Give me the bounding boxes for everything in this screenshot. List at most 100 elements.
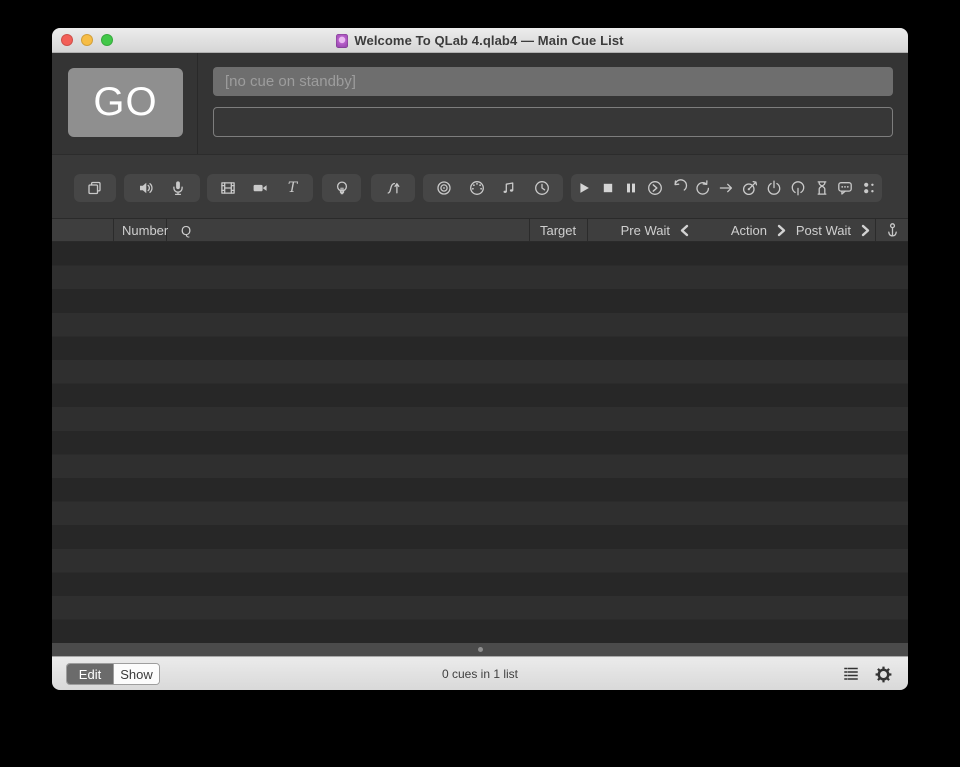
redo-circle-arrow-icon: [696, 180, 709, 195]
column-header-pre-wait: Pre Wait: [588, 219, 698, 241]
chevron-right-icon[interactable]: [860, 224, 871, 237]
auto-continue-anchor-icon: [887, 222, 897, 237]
splitter-handle-dot: [478, 647, 483, 652]
midi-file-cue-button[interactable]: [498, 176, 520, 200]
gear-icon: [875, 666, 891, 682]
header-divider: [197, 53, 198, 154]
chevron-right-icon[interactable]: [776, 224, 787, 237]
network-osc-icon: [437, 181, 452, 195]
play-icon: [580, 183, 589, 193]
toolbar-group-light: [322, 174, 361, 202]
mic-icon: [173, 181, 184, 196]
toolbar-group-network: [423, 174, 563, 202]
column-label: Number: [122, 222, 169, 238]
undo-arrow-icon: [674, 179, 687, 191]
column-header-status: [52, 219, 114, 241]
cue-lists-icon: [844, 667, 858, 680]
workspace-settings-button[interactable]: [872, 663, 894, 685]
target-cue-button[interactable]: [739, 176, 761, 200]
fade-cue-button[interactable]: [382, 176, 404, 200]
toolbar-group-audio: [124, 174, 200, 202]
show-mode-button[interactable]: Show: [113, 664, 159, 684]
wait-cue-button[interactable]: [811, 176, 833, 200]
document-icon: [336, 33, 349, 48]
light-icon: [336, 181, 347, 195]
audio-cue-button[interactable]: [135, 176, 157, 200]
svg-text:T: T: [288, 180, 299, 196]
pause-icon: [627, 183, 636, 193]
group-cue-button[interactable]: [84, 176, 106, 200]
mic-cue-button[interactable]: [167, 176, 189, 200]
disarm-cue-button[interactable]: [787, 176, 809, 200]
power-on-icon: [767, 180, 781, 195]
cue-list-rows[interactable]: [52, 242, 908, 643]
memo-cue-button[interactable]: [834, 176, 856, 200]
cue-list-header: Number Q Target Pre Wait Action Post Wai…: [52, 218, 908, 242]
audio-icon: [139, 182, 153, 194]
stop-icon: [603, 183, 612, 193]
speech-bubble-icon: [838, 182, 853, 195]
standby-section: GO [no cue on standby]: [52, 53, 908, 154]
window-title: Welcome To QLab 4.qlab4 — Main Cue List: [354, 33, 624, 48]
load-icon: [648, 181, 663, 195]
fade-icon: [387, 182, 400, 194]
power-off-icon: [791, 181, 805, 196]
hourglass-icon: [817, 181, 827, 195]
toolbar-group-control: [571, 174, 882, 202]
toolbar-group-fade: [371, 174, 415, 202]
column-label: Q: [181, 222, 192, 238]
midi-cue-button[interactable]: [466, 176, 488, 200]
notes-field[interactable]: [213, 107, 893, 137]
reset-cue-button[interactable]: [668, 176, 690, 200]
cue-count-status: 0 cues in 1 list: [441, 667, 519, 681]
music-note-icon: [503, 182, 514, 193]
group-icon: [88, 181, 101, 195]
status-bar: 0 cues in 1 list Edit Show: [52, 656, 908, 690]
column-header-number: Number: [114, 219, 169, 241]
start-cue-button[interactable]: [573, 176, 595, 200]
column-header-target: Target: [530, 219, 588, 241]
title-bar[interactable]: Welcome To QLab 4.qlab4 — Main Cue List: [52, 28, 908, 53]
text-cue-button[interactable]: T: [281, 176, 303, 200]
standby-display: [no cue on standby]: [213, 67, 893, 96]
camera-icon: [253, 184, 267, 192]
devamp-cue-button[interactable]: [692, 176, 714, 200]
toolbar-group-video: T: [207, 174, 313, 202]
column-header-continue: [876, 219, 908, 241]
script-cue-button[interactable]: [858, 176, 880, 200]
mode-segmented-control: Edit Show: [66, 663, 160, 685]
column-label: Pre Wait: [620, 222, 670, 238]
qlab-window: Welcome To QLab 4.qlab4 — Main Cue List …: [52, 28, 908, 690]
clock-icon: [534, 181, 549, 195]
stop-cue-button[interactable]: [597, 176, 619, 200]
light-cue-button[interactable]: [331, 176, 353, 200]
standby-text: [no cue on standby]: [225, 73, 356, 90]
load-cue-button[interactable]: [644, 176, 666, 200]
video-cue-button[interactable]: [217, 176, 239, 200]
column-header-action: Action: [698, 219, 793, 241]
network-cue-button[interactable]: [433, 176, 455, 200]
chevron-left-icon[interactable]: [679, 224, 690, 237]
goto-cue-button[interactable]: [715, 176, 737, 200]
pane-splitter[interactable]: [52, 643, 908, 656]
pause-cue-button[interactable]: [620, 176, 642, 200]
midi-icon: [469, 181, 484, 195]
right-arrow-icon: [720, 183, 733, 193]
text-icon: T: [288, 180, 299, 196]
cue-toolbar: T: [52, 154, 908, 218]
script-dots-icon: [864, 182, 874, 194]
column-label: Action: [730, 222, 767, 238]
column-label: Post Wait: [795, 222, 851, 238]
video-icon: [221, 182, 235, 194]
column-header-q: Q: [167, 219, 530, 241]
edit-mode-button[interactable]: Edit: [67, 664, 113, 684]
go-button[interactable]: GO: [68, 68, 183, 137]
column-header-post-wait: Post Wait: [793, 219, 876, 241]
toolbar-group-group: [74, 174, 116, 202]
arm-cue-button[interactable]: [763, 176, 785, 200]
target-dart-icon: [743, 180, 758, 196]
camera-cue-button[interactable]: [249, 176, 271, 200]
cue-lists-button[interactable]: [840, 663, 862, 685]
column-label: Target: [540, 222, 577, 238]
timecode-cue-button[interactable]: [531, 176, 553, 200]
